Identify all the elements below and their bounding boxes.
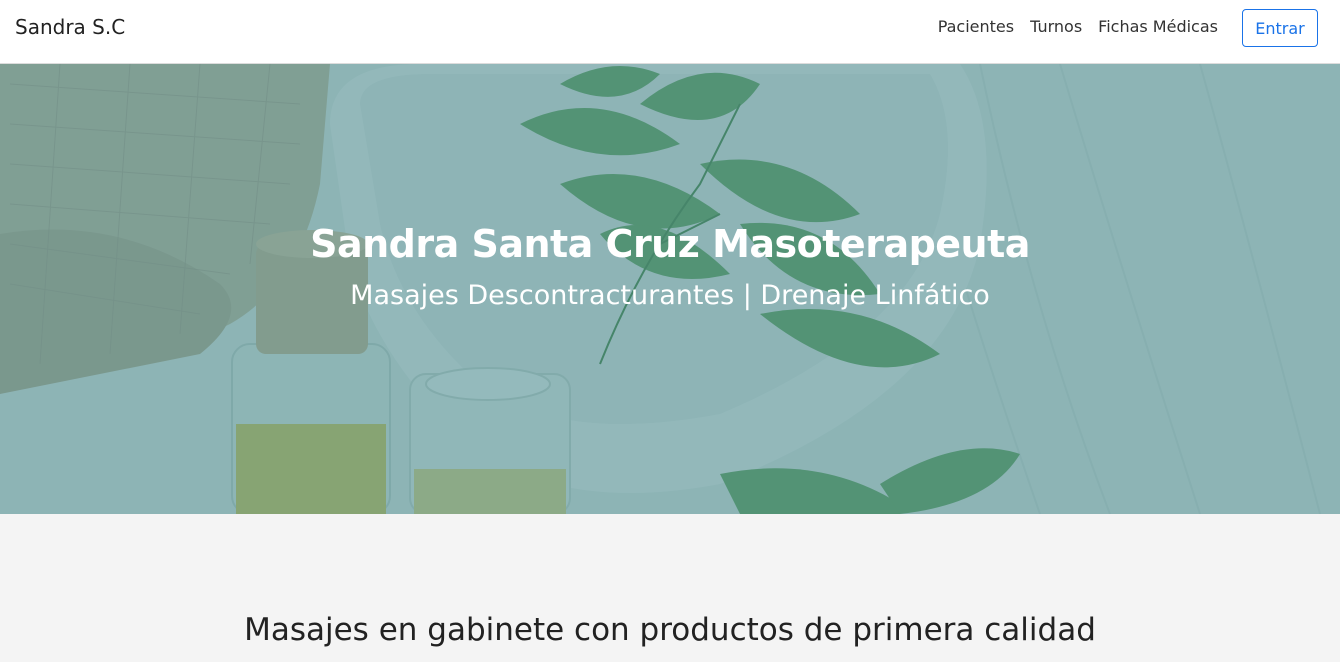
intro-section: Masajes en gabinete con productos de pri… [0,514,1340,662]
brand-link[interactable]: Sandra S.C [15,15,125,39]
login-button[interactable]: Entrar [1242,9,1318,47]
hero-title: Sandra Santa Cruz Masoterapeuta [310,222,1030,266]
nav-link-fichas-medicas[interactable]: Fichas Médicas [1098,17,1218,36]
section-heading: Masajes en gabinete con productos de pri… [244,612,1096,648]
hero-banner: Sandra Santa Cruz Masoterapeuta Masajes … [0,64,1340,514]
nav-links: Pacientes Turnos Fichas Médicas [938,17,1218,36]
navbar: Sandra S.C Pacientes Turnos Fichas Médic… [0,0,1340,64]
hero-subtitle: Masajes Descontracturantes | Drenaje Lin… [350,280,990,311]
nav-link-turnos[interactable]: Turnos [1030,17,1082,36]
nav-link-pacientes[interactable]: Pacientes [938,17,1014,36]
